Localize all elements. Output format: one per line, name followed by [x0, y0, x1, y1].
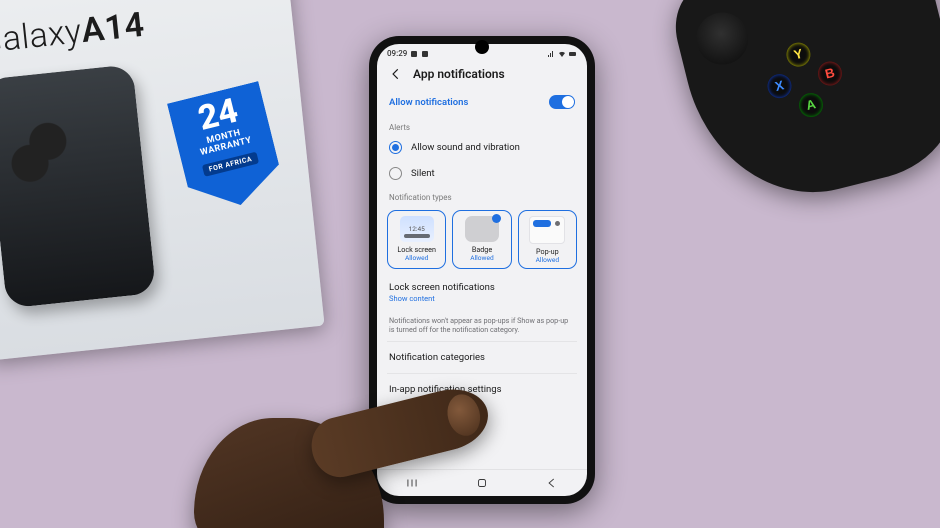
tile-label: Lock screen — [397, 245, 436, 254]
row-title: Notification categories — [389, 352, 575, 363]
tile-badge[interactable]: Badge Allowed — [452, 210, 511, 269]
notification-type-tiles: 12:45 Lock screen Allowed Badge Allowed … — [387, 206, 577, 273]
settings-page[interactable]: Allow notifications Alerts Allow sound a… — [377, 89, 587, 469]
tile-popup-preview — [529, 216, 565, 244]
divider — [387, 373, 577, 374]
tile-status: Allowed — [405, 254, 428, 262]
controller-b-button: B — [815, 59, 844, 88]
allow-notifications-label: Allow notifications — [389, 97, 468, 108]
controller-y-button: Y — [784, 40, 813, 69]
allow-notifications-row[interactable]: Allow notifications — [387, 89, 577, 115]
tile-badge-preview — [465, 216, 499, 242]
controller-a-button: A — [796, 91, 825, 120]
tile-label: Pop-up — [536, 247, 559, 256]
status-app-icon — [421, 50, 429, 58]
status-time: 09:29 — [387, 49, 407, 58]
product-box: GalaxyA14 24 MONTH WARRANTY FOR AFRICA — [0, 0, 325, 361]
nav-home-icon[interactable] — [475, 476, 489, 490]
product-box-title: GalaxyA14 — [0, 0, 280, 62]
tile-lock-screen[interactable]: 12:45 Lock screen Allowed — [387, 210, 446, 269]
row-title: In-app notification settings — [389, 384, 575, 395]
game-controller: Y X B A — [666, 0, 940, 218]
notification-categories-row[interactable]: Notification categories — [387, 346, 577, 369]
tile-status: Allowed — [536, 256, 559, 264]
divider — [387, 341, 577, 342]
tile-popup[interactable]: Pop-up Allowed — [518, 210, 577, 269]
alert-silent-option[interactable]: Silent — [387, 162, 577, 185]
controller-x-button: X — [765, 72, 794, 101]
back-icon[interactable] — [389, 67, 403, 81]
phone-screen: 09:29 App notifications Allow notificati… — [377, 44, 587, 496]
radio-icon — [389, 167, 402, 180]
status-signal-icon — [547, 50, 555, 58]
phone: 09:29 App notifications Allow notificati… — [369, 36, 595, 504]
row-title: Lock screen notifications — [389, 282, 575, 293]
box-model: A14 — [80, 5, 147, 51]
product-box-photo — [0, 64, 156, 308]
alerts-section-label: Alerts — [387, 118, 577, 133]
tile-label: Badge — [472, 245, 492, 254]
controller-stick — [691, 7, 754, 70]
page-header: App notifications — [377, 61, 587, 89]
status-wifi-icon — [558, 50, 566, 58]
nav-back-icon[interactable] — [545, 476, 559, 490]
types-section-label: Notification types — [387, 188, 577, 203]
tile-status: Allowed — [470, 254, 493, 262]
nav-recents-icon[interactable] — [405, 476, 419, 490]
row-subtitle: Show content — [389, 294, 575, 303]
box-brand: Galaxy — [0, 11, 84, 62]
popup-note: Notifications won't appear as pop-ups if… — [387, 312, 577, 337]
tile-lock-preview: 12:45 — [400, 216, 434, 242]
in-app-settings-row[interactable]: In-app notification settings — [387, 378, 577, 401]
lock-screen-notifications-row[interactable]: Lock screen notifications Show content — [387, 276, 577, 309]
allow-notifications-toggle[interactable] — [549, 95, 575, 109]
status-app-icon — [410, 50, 418, 58]
alert-silent-label: Silent — [411, 168, 435, 179]
radio-icon — [389, 141, 402, 154]
alert-sound-label: Allow sound and vibration — [411, 142, 520, 153]
warranty-badge: 24 MONTH WARRANTY FOR AFRICA — [167, 81, 286, 216]
page-title: App notifications — [413, 67, 505, 81]
alert-sound-option[interactable]: Allow sound and vibration — [387, 136, 577, 159]
phone-camera-notch — [475, 40, 489, 54]
system-nav-bar — [377, 469, 587, 496]
status-battery-icon — [569, 50, 577, 58]
